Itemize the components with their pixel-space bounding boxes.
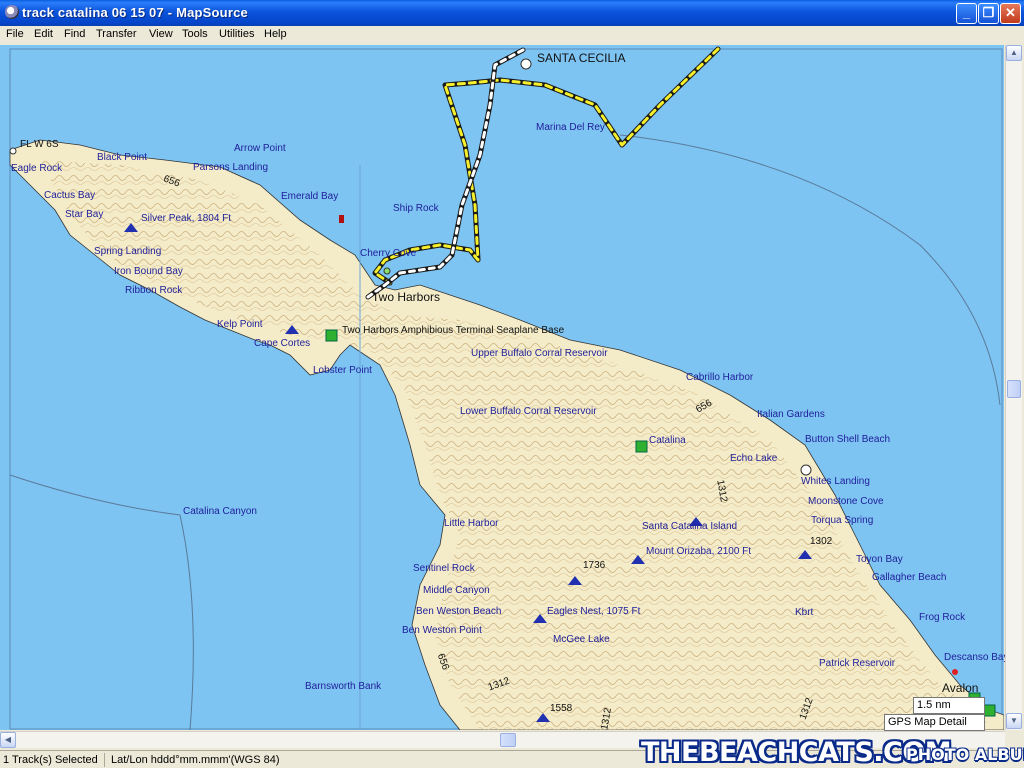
watermark-text: THEBEACHCATS.COM (641, 737, 952, 768)
scroll-up-arrow-icon[interactable]: ▲ (1006, 45, 1022, 61)
vertical-scroll-thumb[interactable] (1007, 380, 1021, 398)
label-arrow-point[interactable]: Arrow Point (234, 143, 286, 155)
label-cherry-cove[interactable]: Cherry Cove (360, 248, 416, 260)
label-parsons-landing[interactable]: Parsons Landing (193, 162, 268, 174)
label-gallagher-beach[interactable]: Gallagher Beach (872, 572, 947, 584)
map-canvas[interactable] (0, 45, 1004, 730)
map-frame: SANTA CECILIA Two Harbors FL W 6S Eagle … (0, 45, 1024, 750)
label-kbrt[interactable]: Kbrt (795, 607, 813, 619)
label-star-bay[interactable]: Star Bay (65, 209, 103, 221)
window-title: track catalina 06 15 07 - MapSource (22, 5, 248, 20)
label-italian-gardens[interactable]: Italian Gardens (757, 409, 825, 421)
label-avalon[interactable]: Avalon (942, 682, 978, 694)
scroll-down-arrow-icon[interactable]: ▼ (1006, 713, 1022, 729)
scroll-left-arrow-icon[interactable]: ◀ (0, 732, 16, 748)
label-lobster-point[interactable]: Lobster Point (313, 365, 372, 377)
label-moonstone-cove[interactable]: Moonstone Cove (808, 496, 884, 508)
menu-help[interactable]: Help (264, 28, 287, 40)
label-fl-w-6s[interactable]: FL W 6S (20, 139, 59, 151)
wreck-marker (520, 58, 532, 70)
label-barnsworth-bank[interactable]: Barnsworth Bank (305, 681, 381, 693)
map-detail-indicator: GPS Map Detail (884, 714, 985, 731)
label-kelp-point[interactable]: Kelp Point (217, 319, 263, 331)
label-black-point[interactable]: Black Point (97, 152, 147, 164)
label-iron-bound-bay[interactable]: Iron Bound Bay (114, 266, 183, 278)
label-marina-del-rey[interactable]: Marina Del Rey (536, 122, 605, 134)
contour-label: 1558 (550, 703, 573, 714)
mapsource-app-icon[interactable] (5, 5, 19, 19)
menu-bar: File Edit Find Transfer View Tools Utili… (0, 26, 1024, 45)
label-frog-rock[interactable]: Frog Rock (919, 612, 965, 624)
light-marker (9, 147, 17, 155)
label-spring-landing[interactable]: Spring Landing (94, 246, 161, 258)
menu-utilities[interactable]: Utilities (219, 28, 254, 40)
status-position-format: Lat/Lon hddd°mm.mmm'(WGS 84) (111, 754, 280, 766)
label-descanso-bay[interactable]: Descanso Bay (944, 652, 1008, 664)
label-two-harbors-seaplane-base[interactable]: Two Harbors Amphibious Terminal Seaplane… (342, 325, 564, 337)
airport-marker (635, 440, 648, 453)
label-cape-cortes[interactable]: Cape Cortes (254, 338, 310, 350)
label-button-shell-beach[interactable]: Button Shell Beach (805, 434, 890, 446)
label-toyon-bay[interactable]: Toyon Bay (856, 554, 903, 566)
vertical-scrollbar[interactable]: ▲ ▼ (1005, 45, 1022, 730)
menu-edit[interactable]: Edit (34, 28, 53, 40)
label-lower-buffalo-corral[interactable]: Lower Buffalo Corral Reservoir (460, 406, 597, 418)
airport-marker-edge (983, 704, 996, 717)
label-patrick-reservoir[interactable]: Patrick Reservoir (819, 658, 895, 670)
label-mount-orizaba[interactable]: Mount Orizaba, 2100 Ft (646, 546, 751, 558)
label-emerald-bay[interactable]: Emerald Bay (281, 191, 338, 203)
watermark-subtext: PHOTO ALBUMS (906, 745, 1024, 764)
wreck-marker-whites (800, 464, 812, 476)
mapsource-window: track catalina 06 15 07 - MapSource _ ❐ … (0, 0, 1024, 768)
label-catalina-canyon[interactable]: Catalina Canyon (183, 506, 257, 518)
label-eagles-nest[interactable]: Eagles Nest, 1075 Ft (547, 606, 640, 618)
title-bar[interactable]: track catalina 06 15 07 - MapSource _ ❐ … (0, 0, 1024, 26)
contour-label: 1736 (583, 560, 606, 571)
contour-label: 1302 (810, 536, 833, 547)
close-button[interactable]: ✕ (1000, 3, 1021, 24)
label-little-harbor[interactable]: Little Harbor (444, 518, 498, 530)
label-santa-catalina-island[interactable]: Santa Catalina Island (642, 521, 737, 533)
label-ben-weston-beach[interactable]: Ben Weston Beach (416, 606, 501, 618)
map-scale: 1.5 nm (913, 697, 985, 714)
label-two-harbors[interactable]: Two Harbors (372, 291, 440, 303)
label-echo-lake[interactable]: Echo Lake (730, 453, 777, 465)
horizontal-scroll-thumb[interactable] (500, 733, 516, 747)
label-sentinel-rock[interactable]: Sentinel Rock (413, 563, 475, 575)
restore-button[interactable]: ❐ (978, 3, 999, 24)
label-santa-cecilia[interactable]: SANTA CECILIA (537, 52, 625, 64)
label-eagle-rock[interactable]: Eagle Rock (11, 163, 62, 175)
seaplane-base-marker (325, 329, 338, 342)
label-catalina[interactable]: Catalina (649, 435, 686, 447)
label-middle-canyon[interactable]: Middle Canyon (423, 585, 490, 597)
label-cactus-bay[interactable]: Cactus Bay (44, 190, 95, 202)
label-mcgee-lake[interactable]: McGee Lake (553, 634, 610, 646)
label-whites-landing[interactable]: Whites Landing (801, 476, 870, 488)
menu-view[interactable]: View (149, 28, 173, 40)
status-selection: 1 Track(s) Selected (3, 754, 98, 766)
label-torqua-spring[interactable]: Torqua Spring (811, 515, 873, 527)
label-silver-peak[interactable]: Silver Peak, 1804 Ft (141, 213, 231, 225)
waypoint-marker (383, 267, 391, 275)
red-marker (952, 669, 958, 675)
label-ribbon-rock[interactable]: Ribbon Rock (125, 285, 182, 297)
lighthouse-marker (339, 215, 344, 223)
label-cabrillo-harbor[interactable]: Cabrillo Harbor (686, 372, 753, 384)
status-divider (104, 753, 105, 767)
menu-find[interactable]: Find (64, 28, 85, 40)
watermark: THEBEACHCATS.COM PHOTO ALBUMS (638, 735, 1024, 768)
menu-transfer[interactable]: Transfer (96, 28, 137, 40)
menu-tools[interactable]: Tools (182, 28, 208, 40)
label-ship-rock[interactable]: Ship Rock (393, 203, 439, 215)
label-upper-buffalo-corral[interactable]: Upper Buffalo Corral Reservoir (471, 348, 608, 360)
label-ben-weston-point[interactable]: Ben Weston Point (402, 625, 482, 637)
minimize-button[interactable]: _ (956, 3, 977, 24)
menu-file[interactable]: File (6, 28, 24, 40)
